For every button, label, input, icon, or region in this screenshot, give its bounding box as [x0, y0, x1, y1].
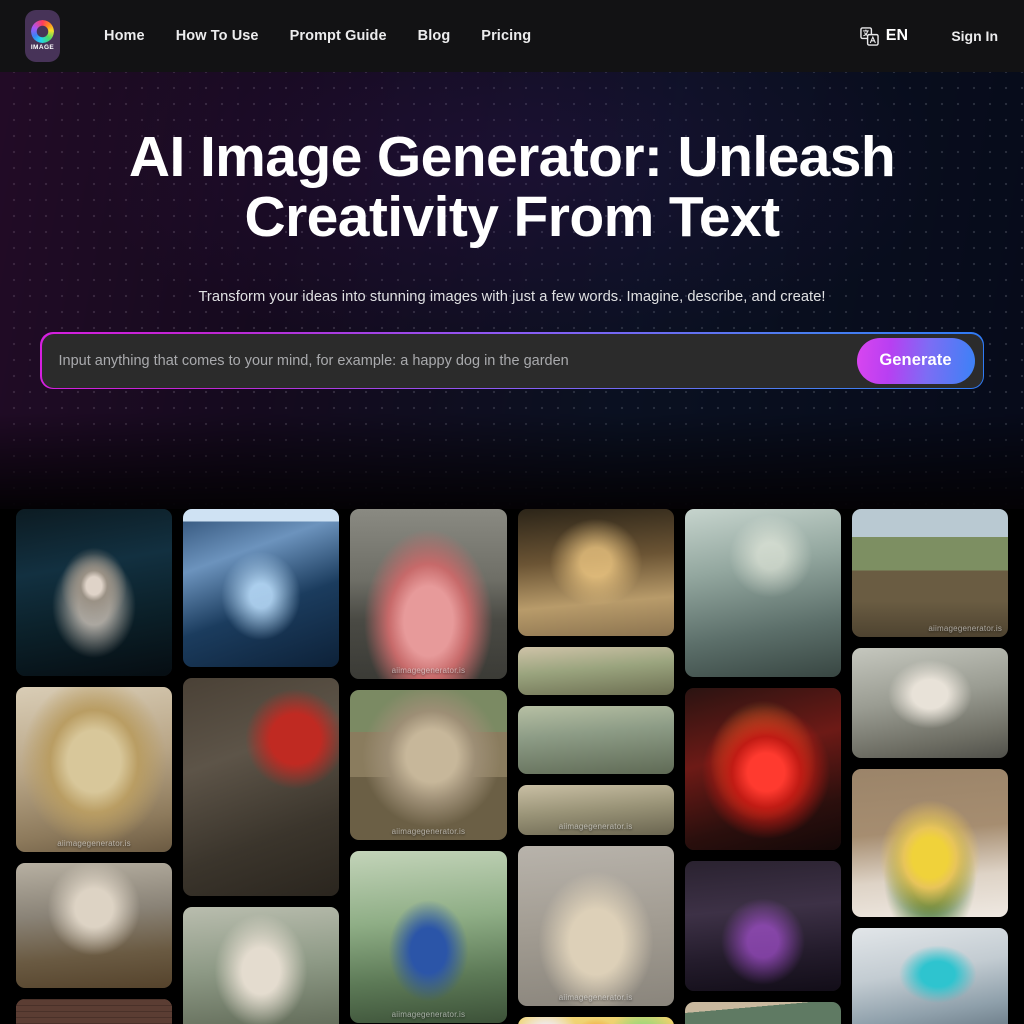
gallery-image-art: [16, 509, 173, 676]
image-gallery: aiimagegenerator.is aiimagegenerator.is ai…: [0, 509, 1024, 1024]
gallery-column: aiimagegenerator.is aiimagegenerator.is ai…: [350, 509, 507, 1024]
site-header: IMAGE Home How To Use Prompt Guide Blog …: [0, 0, 1024, 72]
gallery-image-redhead-nurse-at-desk[interactable]: [183, 907, 340, 1024]
translate-icon: [859, 26, 879, 46]
gallery-image-art: [517, 706, 674, 774]
gallery-image-vr-chess-players[interactable]: [183, 509, 340, 667]
nav-item-pricing[interactable]: Pricing: [481, 28, 531, 44]
prompt-search-box: Generate: [41, 333, 983, 388]
gallery-image-art: [684, 861, 841, 991]
gallery-image-green-certificate-card[interactable]: [684, 1002, 841, 1024]
gallery-image-brick-wall-texture[interactable]: [16, 999, 173, 1024]
gallery-image-sunflower-bouquet-arrangement[interactable]: [851, 769, 1009, 917]
gallery-image-farmers-in-field[interactable]: aiimagegenerator.is: [851, 509, 1009, 637]
gallery-column: aiimagegenerator.is aiimagegenerator.is: [517, 509, 674, 1024]
gallery-image-king-on-golden-throne[interactable]: aiimagegenerator.is: [16, 687, 173, 852]
prompt-input[interactable]: [58, 333, 857, 388]
language-label: EN: [885, 27, 909, 44]
gallery-image-art: [851, 509, 1009, 637]
header-actions: EN Sign In: [859, 26, 998, 46]
gallery-image-art: [350, 509, 507, 679]
main-navigation: Home How To Use Prompt Guide Blog Pricin…: [104, 28, 531, 44]
gallery-image-cyan-robot-android[interactable]: [851, 928, 1009, 1024]
gallery-image-art: [16, 999, 173, 1024]
gallery-image-art: [350, 851, 507, 1023]
gallery-image-art: [851, 769, 1009, 917]
gallery-image-art: [684, 509, 841, 677]
gallery-column: [684, 509, 841, 1024]
gallery-image-victorian-woman-and-officer[interactable]: [183, 678, 340, 896]
nav-item-blog[interactable]: Blog: [418, 28, 451, 44]
nav-item-how-to-use[interactable]: How To Use: [176, 28, 259, 44]
gallery-image-art: [517, 509, 674, 636]
page-subtitle: Transform your ideas into stunning image…: [198, 289, 826, 305]
gallery-image-art: [183, 907, 340, 1024]
hero-section: AI Image Generator: Unleash Creativity F…: [0, 72, 1024, 509]
gallery-image-purple-sports-car-rainy-street[interactable]: [684, 861, 841, 991]
sign-in-link[interactable]: Sign In: [951, 28, 998, 44]
gallery-column: aiimagegenerator.is: [16, 509, 173, 1024]
gallery-image-art: [684, 688, 841, 850]
page-title: AI Image Generator: Unleash Creativity F…: [128, 125, 896, 249]
language-selector[interactable]: EN: [859, 26, 909, 46]
gallery-image-man-reading-book-in-cafe[interactable]: [684, 509, 841, 677]
gallery-image-red-heart-explosion-art[interactable]: [684, 688, 841, 850]
gallery-image-art: [684, 1002, 841, 1024]
gallery-image-redhead-woman-with-gavel[interactable]: [16, 863, 173, 988]
gallery-image-art: [183, 509, 340, 667]
generate-button[interactable]: Generate: [856, 337, 975, 384]
gallery-image-cute-animal-mascots-banner[interactable]: [517, 1017, 674, 1024]
aperture-swirl-icon: [31, 20, 54, 44]
gallery-image-classroom-students-lecture[interactable]: [517, 647, 674, 695]
nav-item-home[interactable]: Home: [104, 28, 145, 44]
gallery-image-art: [183, 678, 340, 896]
page-root: IMAGE Home How To Use Prompt Guide Blog …: [0, 0, 1024, 1024]
logo-text: IMAGE: [30, 44, 55, 52]
gallery-image-hanfu-couple-in-garden[interactable]: aiimagegenerator.is: [350, 851, 507, 1023]
gallery-image-art: [517, 846, 674, 1006]
site-logo[interactable]: IMAGE: [25, 10, 60, 62]
gallery-column: aiimagegenerator.is: [851, 509, 1009, 1024]
gallery-image-art: [16, 687, 173, 852]
gallery-image-worker-carrying-meat-tray[interactable]: aiimagegenerator.is: [350, 509, 507, 679]
gallery-image-art: [851, 648, 1009, 758]
gallery-image-candlelit-dinner-table[interactable]: [517, 509, 674, 636]
gallery-column: [183, 509, 340, 1024]
gallery-image-classroom-crowded-hall[interactable]: aiimagegenerator.is: [517, 785, 674, 835]
gallery-image-art: [350, 690, 507, 840]
prompt-search-wrapper: Generate: [40, 332, 984, 389]
gallery-image-art: [517, 647, 674, 695]
gallery-image-art: [851, 928, 1009, 1024]
gallery-image-teacher-standing-at-desk[interactable]: [851, 648, 1009, 758]
gallery-image-art: [517, 1017, 674, 1024]
gallery-image-classroom-lab-session[interactable]: [517, 706, 674, 774]
gallery-image-man-in-beige-blazer[interactable]: aiimagegenerator.is: [517, 846, 674, 1006]
gallery-image-ornate-elephant-deity[interactable]: [16, 509, 173, 676]
gallery-image-art: [517, 785, 674, 835]
nav-item-prompt-guide[interactable]: Prompt Guide: [290, 28, 387, 44]
gallery-image-muddy-car-on-dirt-road[interactable]: aiimagegenerator.is: [350, 690, 507, 840]
gallery-image-art: [16, 863, 173, 988]
